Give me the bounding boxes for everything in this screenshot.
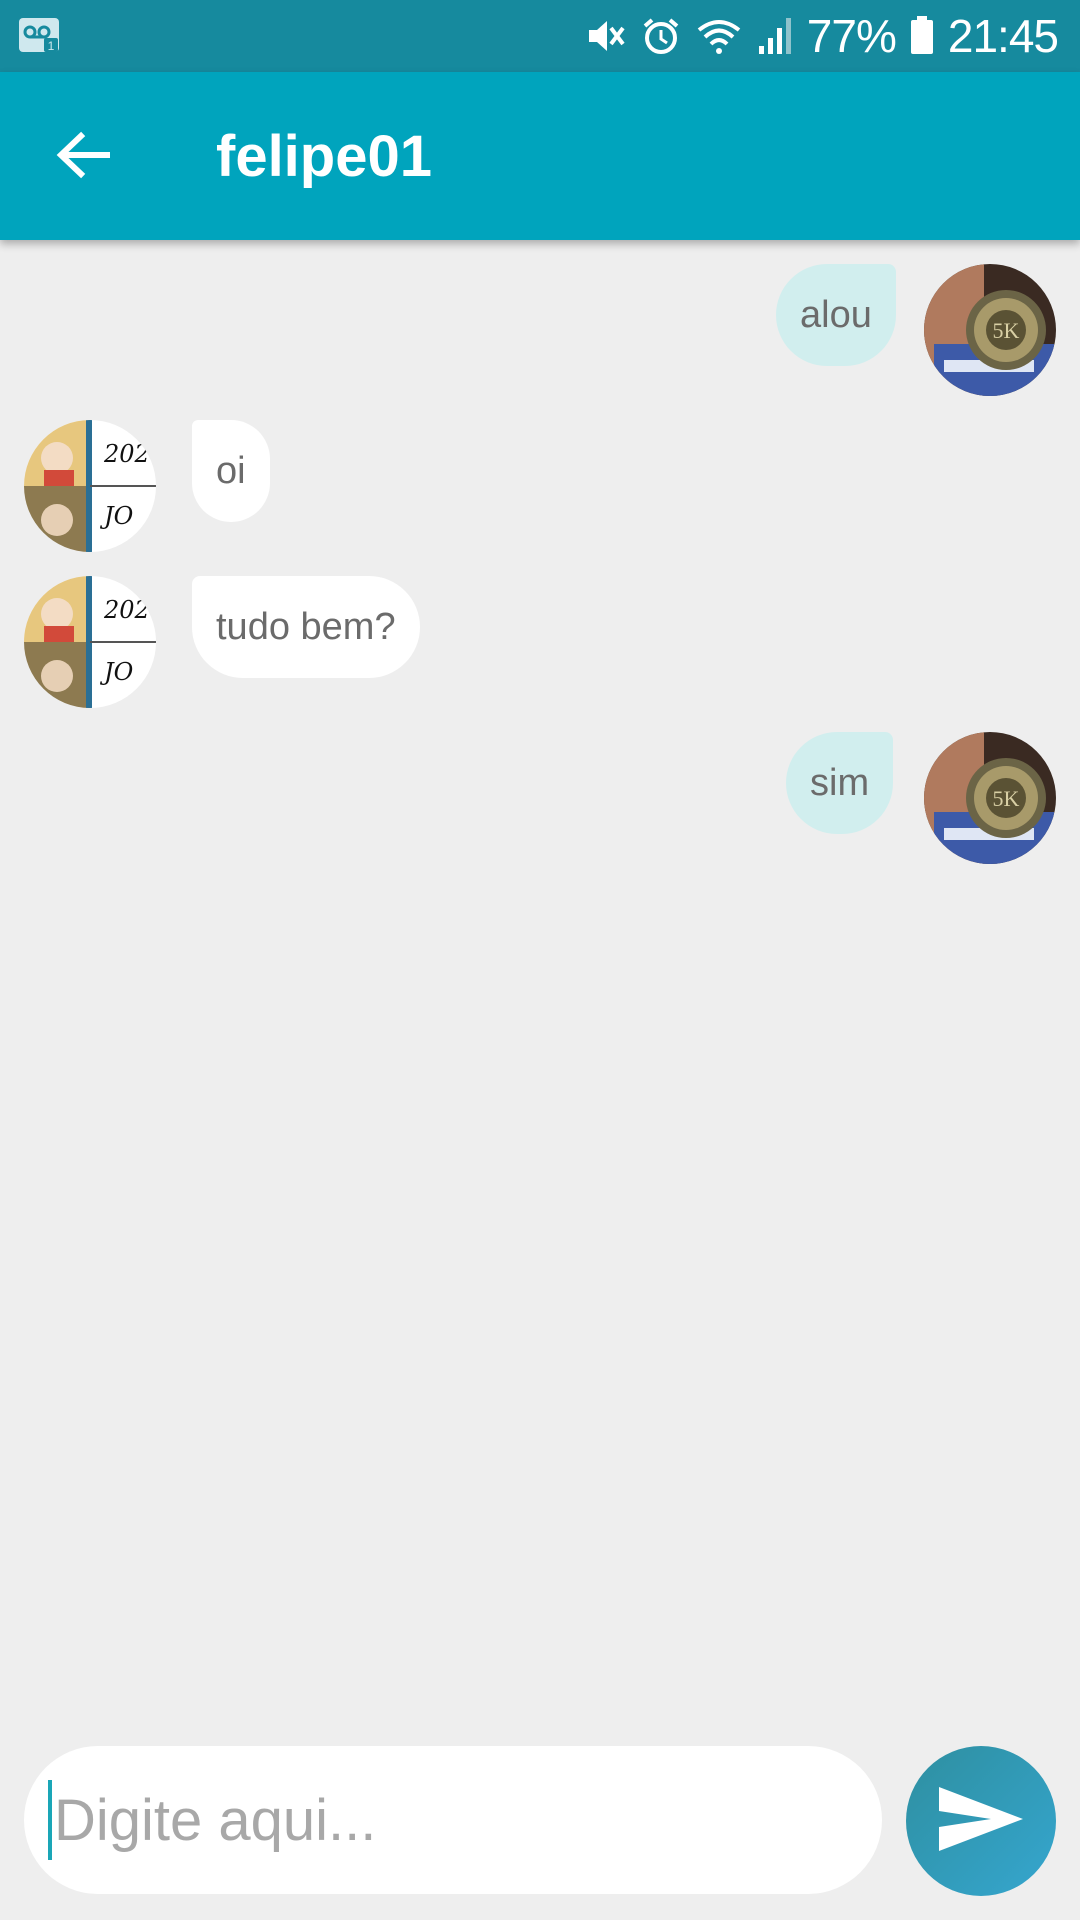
battery-icon: [910, 16, 934, 56]
message-input-container[interactable]: [24, 1746, 882, 1894]
medal-photo-avatar[interactable]: 5K: [924, 264, 1056, 396]
message-bubble[interactable]: tudo bem?: [192, 576, 420, 678]
message-list[interactable]: alou 5K 202 JO oi 202 JO tudo bem? sim 5…: [0, 240, 1080, 1740]
page-title: felipe01: [216, 123, 432, 189]
svg-text:202: 202: [103, 440, 150, 468]
message-bubble[interactable]: oi: [192, 420, 270, 522]
svg-text:5K: 5K: [993, 786, 1020, 811]
svg-text:JO: JO: [99, 502, 134, 530]
message-input[interactable]: [54, 1770, 834, 1870]
anime-collage-avatar[interactable]: 202 JO: [24, 420, 156, 552]
svg-text:5K: 5K: [993, 318, 1020, 343]
alarm-icon: [641, 16, 681, 56]
voicemail-icon: 1: [18, 16, 62, 56]
battery-percent: 77%: [806, 10, 897, 62]
arrow-left-icon: [55, 130, 111, 185]
text-caret: [48, 1780, 52, 1860]
vibrate-muted-icon: [585, 16, 627, 56]
send-icon: [935, 1783, 1027, 1860]
status-bar: 1 77% 21:45: [0, 0, 1080, 72]
app-bar: felipe01: [0, 72, 1080, 240]
message-bubble[interactable]: sim: [786, 732, 894, 834]
send-button[interactable]: [906, 1746, 1056, 1896]
message-bubble[interactable]: alou: [776, 264, 896, 366]
clock: 21:45: [947, 10, 1059, 62]
svg-text:1: 1: [48, 39, 55, 53]
svg-text:JO: JO: [99, 658, 134, 686]
signal-icon: [757, 16, 793, 56]
back-button[interactable]: [40, 114, 126, 200]
svg-text:202: 202: [103, 596, 150, 624]
anime-collage-avatar[interactable]: 202 JO: [24, 576, 156, 708]
medal-photo-avatar[interactable]: 5K: [924, 732, 1056, 864]
wifi-icon: [695, 16, 743, 56]
